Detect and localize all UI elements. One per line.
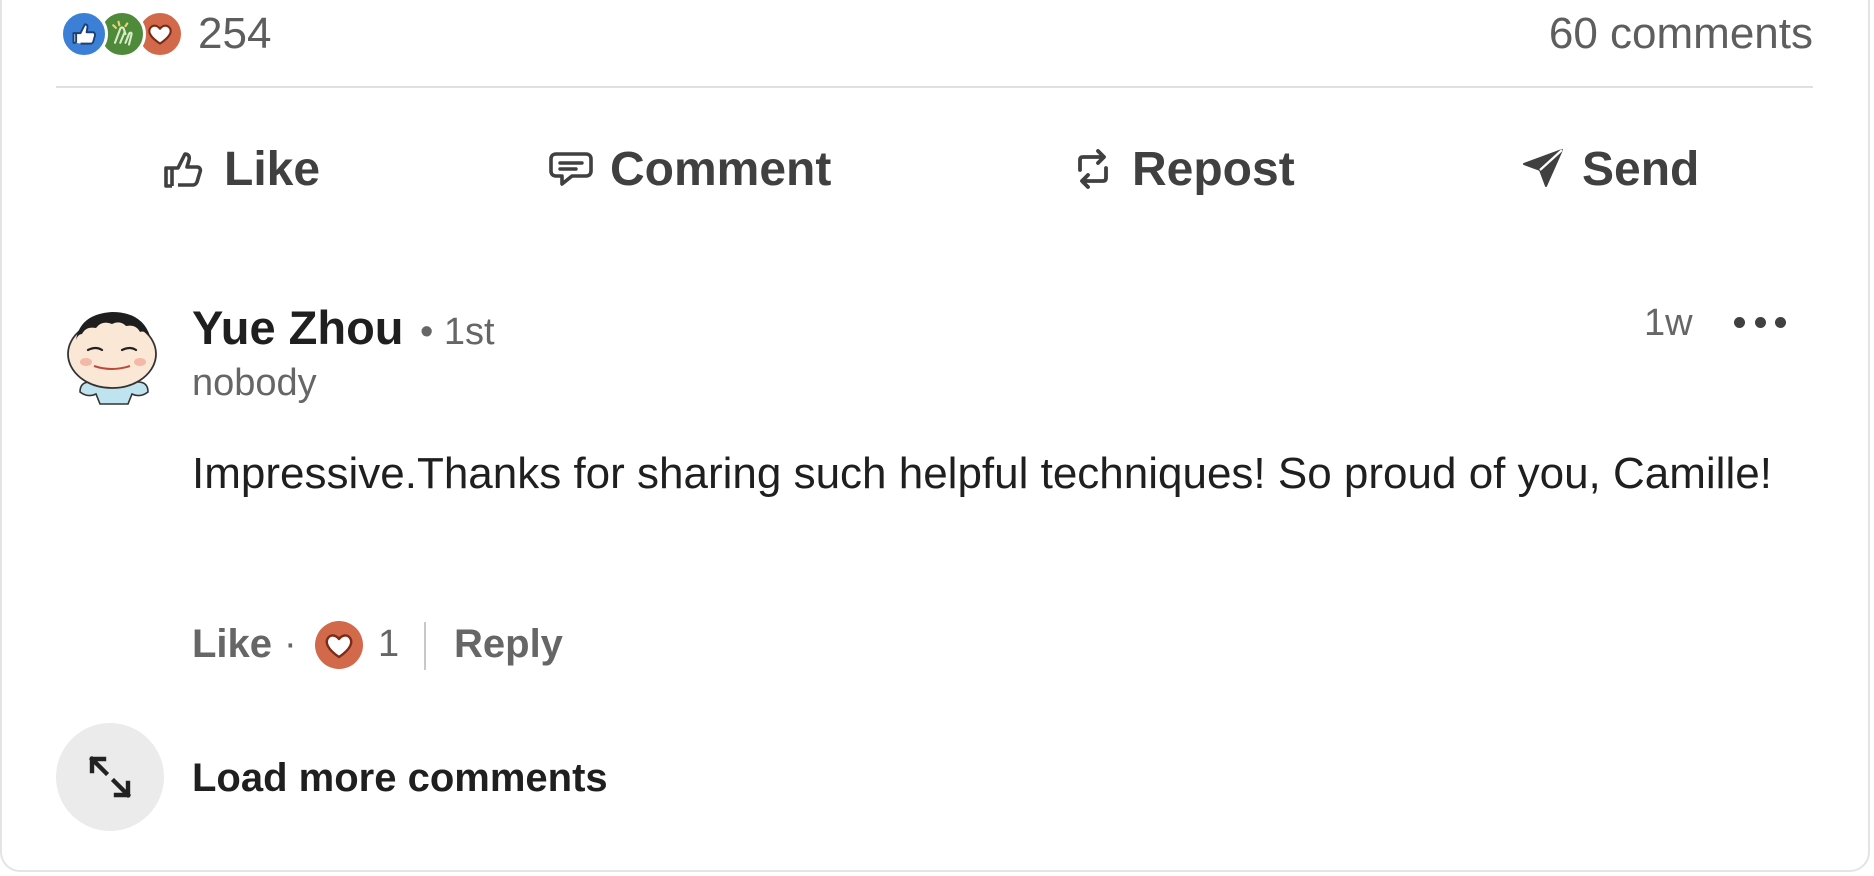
comment-like-button[interactable]: Like xyxy=(192,616,272,672)
comment-text: Impressive.Thanks for sharing such helpf… xyxy=(192,449,1772,498)
comment-icon xyxy=(549,152,593,186)
repost-icon xyxy=(1078,149,1108,189)
reply-button[interactable]: Reply xyxy=(454,616,563,672)
load-more-button[interactable] xyxy=(56,723,164,831)
connection-degree: • 1st xyxy=(420,311,495,353)
expand-icon xyxy=(88,755,132,799)
repost-label: Repost xyxy=(1132,142,1295,196)
reaction-count[interactable]: 254 xyxy=(198,10,271,58)
like-label: Like xyxy=(224,142,321,196)
comment-timestamp: 1w xyxy=(1644,302,1693,344)
divider xyxy=(56,86,1813,88)
like-button[interactable]: Like xyxy=(160,110,320,228)
repost-button[interactable]: Repost xyxy=(1068,110,1295,228)
social-counts-row: 254 60 comments xyxy=(56,0,1813,88)
post-action-bar: Like Comment Repost Send xyxy=(56,110,1813,228)
load-more-comments-link[interactable]: Load more comments xyxy=(192,752,608,804)
comment-label: Comment xyxy=(610,142,832,196)
divider xyxy=(424,622,426,670)
avatar[interactable] xyxy=(60,298,164,408)
send-button[interactable]: Send xyxy=(1518,110,1699,228)
thumbs-up-icon xyxy=(164,152,203,188)
separator-dot: · xyxy=(284,623,297,665)
send-label: Send xyxy=(1582,142,1700,196)
like-reaction-icon xyxy=(60,10,108,58)
comment-author-name[interactable]: Yue Zhou xyxy=(192,300,404,356)
send-icon xyxy=(1523,149,1563,187)
reaction-icons[interactable] xyxy=(60,10,196,58)
comment-button[interactable]: Comment xyxy=(546,110,831,228)
love-reaction-icon[interactable] xyxy=(314,620,364,670)
comment-reaction-count[interactable]: 1 xyxy=(378,616,399,672)
author-headline: nobody xyxy=(192,362,317,404)
more-options-icon[interactable] xyxy=(1734,302,1786,342)
comments-count-link[interactable]: 60 comments xyxy=(1549,10,1813,58)
